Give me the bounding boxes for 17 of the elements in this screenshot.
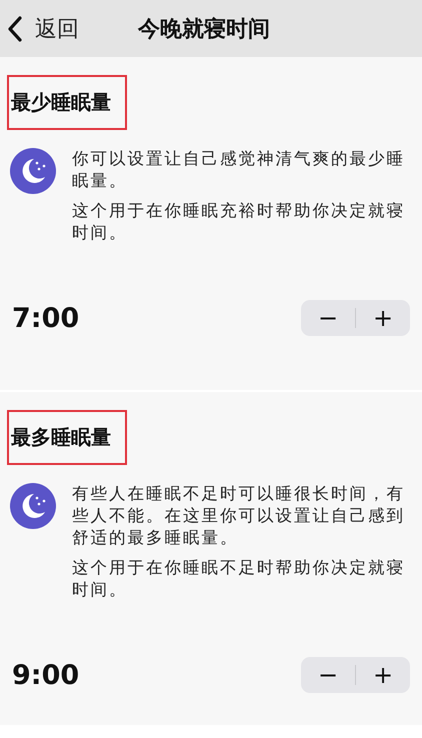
decrease-button[interactable]: − (301, 300, 355, 336)
decrease-button[interactable]: − (301, 657, 355, 693)
increase-button[interactable]: + (356, 657, 410, 693)
section-heading: 最多睡眠量 (7, 410, 127, 465)
back-button[interactable]: 返回 (0, 14, 79, 44)
description-text: 这个用于在你睡眠不足时帮助你决定就寝时间。 (72, 557, 406, 601)
description-text: 你可以设置让自己感觉神清气爽的最少睡眠量。 (72, 148, 406, 192)
moon-icon (10, 148, 56, 194)
increase-button[interactable]: + (356, 300, 410, 336)
description-text: 有些人在睡眠不足时可以睡很长时间，有些人不能。在这里你可以设置让自己感到舒适的最多睡眠量。 (72, 483, 406, 549)
moon-icon (10, 483, 56, 529)
duration-value: 7:00 (12, 302, 80, 334)
back-chevron-icon (7, 16, 23, 42)
description-text: 这个用于在你睡眠充裕时帮助你决定就寝时间。 (72, 200, 406, 244)
page-title: 今晚就寝时间 (138, 16, 270, 44)
duration-value: 9:00 (12, 660, 80, 690)
section-heading: 最少睡眠量 (7, 75, 127, 130)
